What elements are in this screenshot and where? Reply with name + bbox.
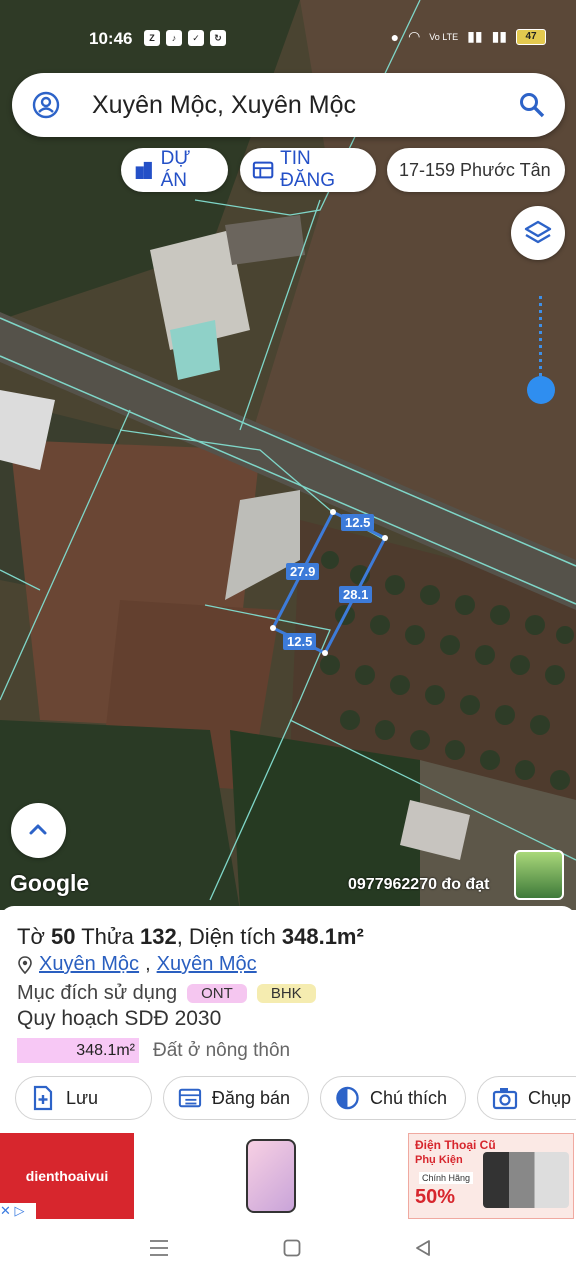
chip-tin-dang-label: TIN ĐĂNG: [280, 148, 336, 191]
plan-description: Đất ở nông thôn: [153, 1039, 291, 1061]
search-query[interactable]: Xuyên Mộc, Xuyên Mộc: [92, 91, 356, 120]
legend-button[interactable]: Chú thích: [320, 1076, 466, 1120]
parcel-info-panel: Tờ 50 Thửa 132, Diện tích 348.1m² Xuyên …: [0, 906, 576, 1130]
promo-discount: 50%: [415, 1186, 456, 1208]
search-bar[interactable]: Xuyên Mộc, Xuyên Mộc: [12, 73, 565, 137]
ad-promo[interactable]: Điện Thoại Cũ Phụ Kiện Chính Hãng 50%: [408, 1133, 574, 1219]
location-icon: ●: [390, 28, 400, 45]
address-link-commune[interactable]: Xuyên Mộc: [157, 953, 257, 976]
save-button[interactable]: Lưu: [15, 1076, 152, 1120]
chip-tin-dang[interactable]: TIN ĐĂNG: [240, 148, 376, 192]
usage-badge-bhk: BHK: [256, 984, 316, 1003]
chevron-up-icon: [29, 824, 47, 835]
post-sale-label: Đăng bán: [211, 1087, 290, 1108]
address: Xuyên Mộc, Xuyên Mộc: [17, 953, 257, 976]
chip-place-label: 17-159 Phước Tân: [399, 159, 551, 180]
listing-icon: [252, 161, 274, 179]
save-label: Lưu: [66, 1087, 99, 1108]
parcel-title: Tờ 50 Thửa 132, Diện tích 348.1m²: [17, 924, 364, 949]
save-add-icon: [33, 1085, 53, 1111]
zalo-icon: Z: [144, 30, 160, 46]
map-view[interactable]: 12.5 27.9 28.1 12.5 10:46 Z ♪ ✓ ↻ ● ◠ Vo…: [0, 0, 576, 910]
plan-row: 348.1m² Đất ở nông thôn: [17, 1038, 290, 1063]
status-bar: 10:46 Z ♪ ✓ ↻ ● ◠ Vo LTE ▮▮ ▮▮ 47: [0, 0, 576, 76]
system-icons: ● ◠ Vo LTE ▮▮ ▮▮ 47: [391, 28, 546, 45]
checkbox-icon: ✓: [188, 30, 204, 46]
promo-line-2: Phụ Kiện: [415, 1154, 463, 1166]
promo-line-3: Chính Hãng: [419, 1172, 474, 1184]
ad-phone-image: [246, 1139, 296, 1213]
chip-place[interactable]: 17-159 Phước Tân: [387, 148, 565, 192]
usage-label: Mục đích sử dụng: [17, 982, 178, 1004]
plot-label: Thửa: [81, 924, 134, 949]
wifi-icon: ◠: [408, 28, 421, 44]
pin-icon: [18, 955, 32, 974]
menu-icon[interactable]: [149, 1239, 169, 1257]
search-icon[interactable]: [518, 91, 546, 119]
usage-badge-ont: ONT: [187, 984, 247, 1003]
plan-title: Quy hoạch SDĐ 2030: [17, 1007, 222, 1030]
battery-icon: 47: [516, 28, 546, 45]
zoom-slider-handle[interactable]: [527, 376, 555, 404]
navigation-bar: [0, 1221, 576, 1280]
area-label: Diện tích: [188, 924, 276, 949]
dimension-label: 12.5: [341, 514, 375, 531]
notification-icons: Z ♪ ✓ ↻: [144, 30, 226, 46]
action-bar: Lưu Đăng bán Chú thích Chụp: [15, 1076, 576, 1120]
camera-icon: [492, 1088, 518, 1110]
listing-icon: [178, 1088, 202, 1108]
legend-icon: [336, 1086, 359, 1110]
signal-icon: ▮▮: [467, 28, 483, 44]
clock: 10:46: [89, 29, 133, 48]
network-label: Vo LTE: [429, 31, 459, 42]
avatar[interactable]: [514, 850, 564, 900]
plot-number: 132: [139, 924, 177, 949]
capture-button[interactable]: Chụp: [477, 1076, 576, 1120]
address-link-district[interactable]: Xuyên Mộc: [39, 953, 139, 976]
google-logo: Google: [10, 870, 90, 896]
layers-icon: [524, 220, 552, 244]
dimension-label: 27.9: [286, 563, 320, 580]
area-value: 348.1m²: [281, 924, 364, 949]
chip-du-an-label: DỰ ÁN: [160, 148, 191, 191]
promo-line-1: Điện Thoại Cũ: [415, 1138, 496, 1152]
capture-label: Chụp: [528, 1087, 572, 1108]
signal-icon: ▮▮: [491, 28, 507, 44]
ad-banner[interactable]: dienthoaivui Điện Thoại Cũ Phụ Kiện Chín…: [0, 1131, 576, 1221]
home-icon[interactable]: [283, 1239, 301, 1257]
dimension-label: 28.1: [339, 586, 373, 603]
land-usage: Mục đích sử dụng ONT BHK: [17, 982, 316, 1005]
chip-du-an[interactable]: DỰ ÁN: [121, 148, 228, 192]
dimension-label: 12.5: [283, 633, 317, 650]
building-icon: [135, 161, 152, 179]
user-icon[interactable]: [32, 91, 60, 119]
back-icon[interactable]: [414, 1239, 432, 1257]
refresh-icon: ↻: [210, 30, 226, 46]
plan-area: 348.1m²: [17, 1038, 139, 1063]
ad-gadgets-image: [483, 1152, 569, 1208]
ad-close-icon[interactable]: ✕ ▷: [0, 1203, 36, 1219]
layers-button[interactable]: [511, 206, 565, 260]
expand-panel-button[interactable]: [11, 803, 66, 858]
sheet-label: Tờ: [17, 924, 45, 949]
sheet-number: 50: [51, 924, 76, 949]
surveyor-phone[interactable]: 0977962270 đo đạt: [348, 876, 489, 894]
legend-label: Chú thích: [369, 1087, 447, 1108]
post-sale-button[interactable]: Đăng bán: [163, 1076, 309, 1120]
tiktok-icon: ♪: [166, 30, 182, 46]
